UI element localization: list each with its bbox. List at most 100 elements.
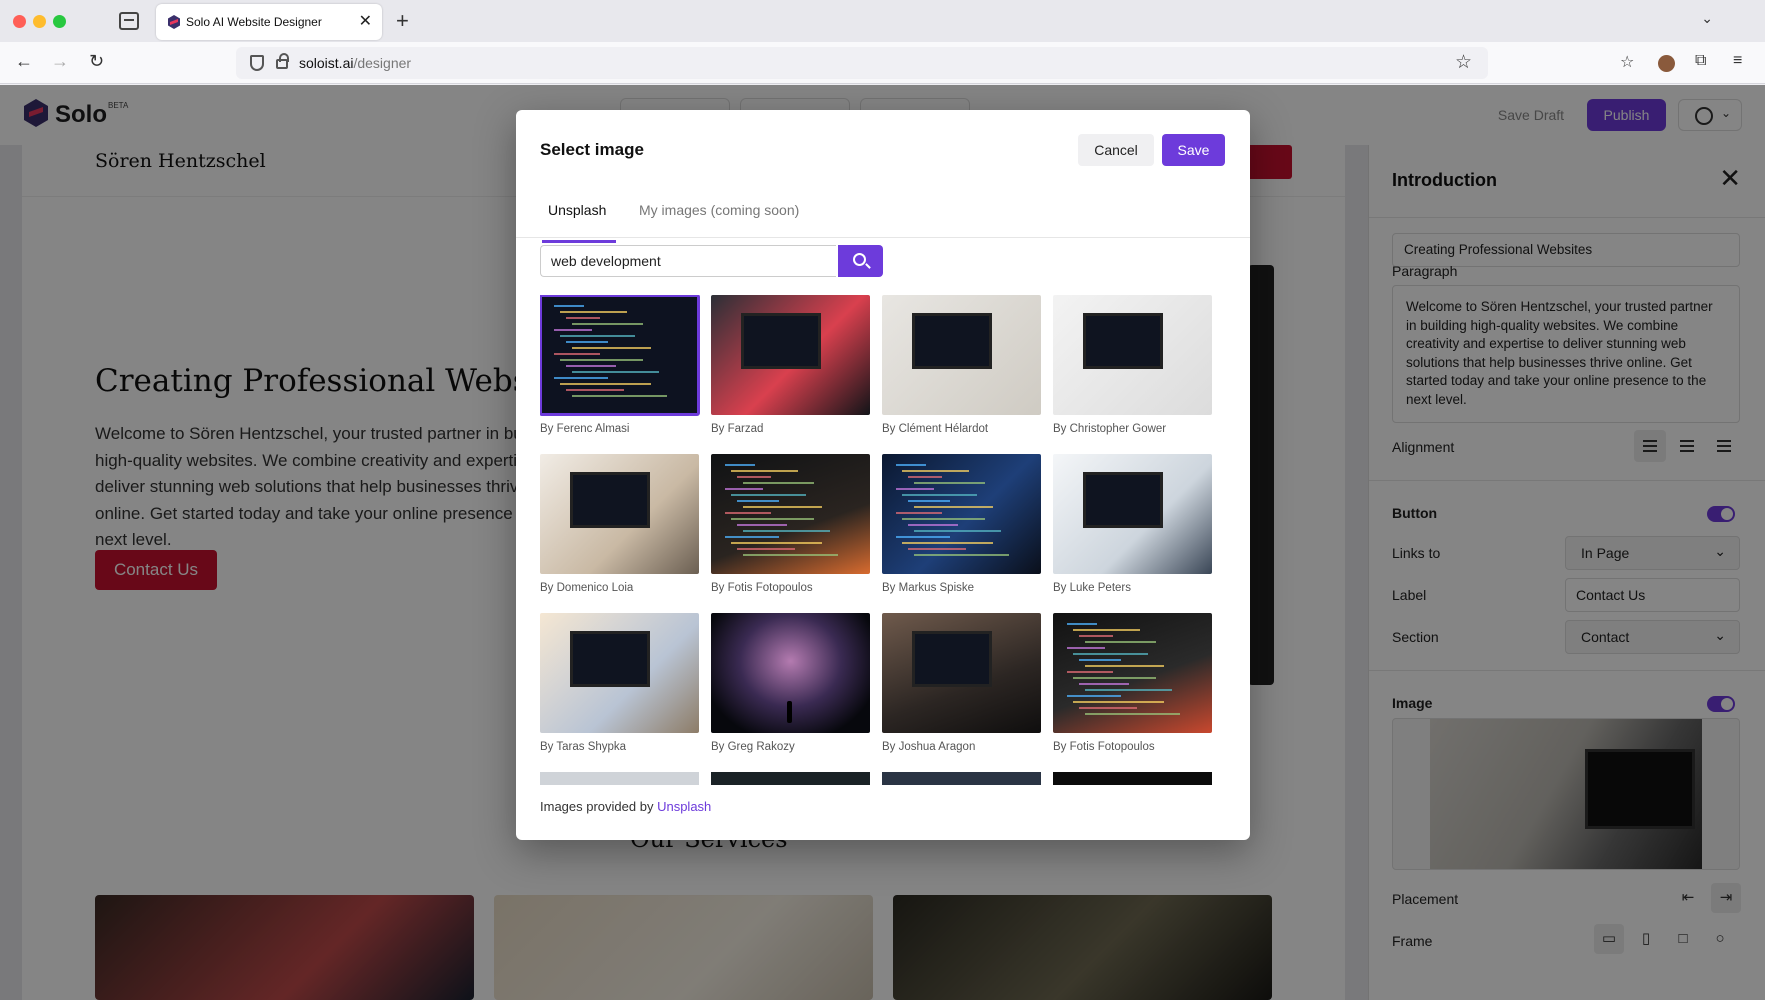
lock-icon[interactable] — [276, 53, 289, 69]
unsplash-link[interactable]: Unsplash — [657, 799, 711, 814]
image-card[interactable]: By Christopher Gower — [1053, 295, 1212, 435]
image-card[interactable]: By Taras Shypka — [540, 613, 699, 753]
window-minimize-button[interactable] — [33, 15, 46, 28]
image-author: By Joshua Aragon — [882, 741, 976, 753]
tab-my-images[interactable]: My images (coming soon) — [639, 202, 799, 238]
modal-footer: Images provided by Unsplash — [540, 799, 711, 814]
image-thumbnail[interactable] — [1053, 613, 1212, 733]
forward-arrow-icon[interactable]: → — [51, 51, 69, 72]
image-author: By Ferenc Almasi — [540, 423, 630, 435]
code-line-graphic — [1085, 665, 1164, 667]
search-icon — [853, 253, 866, 266]
modal-tabs: Unsplash My images (coming soon) — [516, 178, 1250, 238]
image-thumbnail[interactable] — [1053, 295, 1212, 415]
tab-unsplash[interactable]: Unsplash — [548, 202, 606, 238]
monitor-graphic — [570, 472, 650, 528]
search-input[interactable] — [540, 245, 836, 277]
tab-manager-icon[interactable] — [119, 12, 139, 30]
code-line-graphic — [1085, 641, 1156, 643]
code-line-graphic — [725, 512, 771, 514]
image-card[interactable]: By Luke Peters — [1053, 454, 1212, 594]
window-zoom-button[interactable] — [53, 15, 66, 28]
image-author: By Farzad — [711, 423, 764, 435]
silhouette-graphic — [787, 701, 792, 723]
code-line-graphic — [902, 470, 969, 472]
code-line-graphic — [572, 395, 667, 397]
code-line-graphic — [560, 311, 627, 313]
image-card[interactable]: By Fotis Fotopoulos — [1053, 613, 1212, 753]
image-thumbnail[interactable] — [540, 295, 700, 416]
code-line-graphic — [743, 554, 838, 556]
cancel-button[interactable]: Cancel — [1078, 134, 1154, 166]
image-card[interactable]: By Clément Hélardot — [882, 295, 1041, 435]
image-thumbnail[interactable] — [882, 613, 1041, 733]
tab-list-chevron-icon[interactable]: ⌄ — [1701, 10, 1713, 27]
image-card[interactable]: By Markus Spiske — [882, 454, 1041, 594]
image-thumbnail[interactable] — [540, 613, 699, 733]
code-line-graphic — [731, 470, 798, 472]
tab-close-icon[interactable]: ✕ — [359, 11, 372, 31]
code-line-graphic — [914, 554, 1009, 556]
image-author: By Markus Spiske — [882, 582, 975, 594]
code-line-graphic — [896, 536, 950, 538]
new-tab-icon[interactable]: + — [396, 8, 409, 34]
image-author: By Fotis Fotopoulos — [1053, 741, 1155, 753]
image-thumbnail[interactable] — [1053, 454, 1212, 574]
select-image-modal: Select image Cancel Save Unsplash My ima… — [516, 110, 1250, 840]
code-line-graphic — [914, 482, 985, 484]
tracking-shield-icon[interactable] — [250, 55, 264, 71]
image-thumbnail[interactable] — [711, 772, 870, 785]
bookmark-star-icon[interactable]: ☆ — [1455, 51, 1472, 74]
url-text: soloist.ai/designer — [299, 55, 412, 71]
code-line-graphic — [554, 353, 600, 355]
code-line-graphic — [743, 482, 814, 484]
image-thumbnail[interactable] — [711, 454, 870, 574]
code-line-graphic — [1073, 629, 1140, 631]
code-line-graphic — [896, 488, 934, 490]
menu-hamburger-icon[interactable]: ≡ — [1733, 52, 1742, 70]
image-author: By Greg Rakozy — [711, 741, 795, 753]
image-card[interactable]: By Joshua Aragon — [882, 613, 1041, 753]
image-thumbnail[interactable] — [711, 295, 870, 415]
image-author: By Luke Peters — [1053, 582, 1131, 594]
pocket-icon[interactable]: ☆ — [1620, 52, 1634, 72]
image-thumbnail[interactable] — [540, 454, 699, 574]
image-thumbnail[interactable] — [711, 613, 870, 733]
code-line-graphic — [896, 512, 942, 514]
search-button[interactable] — [838, 245, 883, 277]
active-tab-indicator — [542, 240, 616, 243]
solo-favicon-icon — [168, 15, 180, 29]
url-bar[interactable]: soloist.ai/designer ☆ — [236, 47, 1488, 79]
extensions-icon[interactable]: ⧉ — [1695, 52, 1706, 70]
image-card[interactable]: By Greg Rakozy — [711, 613, 870, 753]
image-thumbnail[interactable] — [540, 772, 699, 785]
image-grid: By Ferenc Almasi By Farzad By Clément Héla… — [540, 295, 1226, 785]
code-line-graphic — [908, 548, 966, 550]
reload-icon[interactable]: ↻ — [89, 51, 104, 72]
image-thumbnail[interactable] — [882, 295, 1041, 415]
browser-tab-bar: Solo AI Website Designer ✕ + ⌄ — [0, 0, 1765, 42]
browser-tab[interactable]: Solo AI Website Designer ✕ — [156, 4, 382, 40]
save-button[interactable]: Save — [1162, 134, 1225, 166]
code-line-graphic — [1073, 701, 1164, 703]
image-card[interactable]: By Domenico Loia — [540, 454, 699, 594]
profile-avatar[interactable] — [1658, 55, 1675, 72]
monitor-graphic — [1083, 313, 1163, 369]
code-line-graphic — [1079, 635, 1113, 637]
code-line-graphic — [1067, 695, 1121, 697]
image-thumbnail[interactable] — [882, 454, 1041, 574]
image-card[interactable]: By Fotis Fotopoulos — [711, 454, 870, 594]
back-arrow-icon[interactable]: ← — [15, 51, 33, 72]
image-thumbnail[interactable] — [1053, 772, 1212, 785]
image-card[interactable]: By Ferenc Almasi — [540, 295, 700, 435]
image-card[interactable]: By Farzad — [711, 295, 870, 435]
code-line-graphic — [731, 494, 806, 496]
code-line-graphic — [572, 371, 659, 373]
browser-nav-bar: ← → ↻ soloist.ai/designer ☆ ☆ ⧉ ≡ — [0, 42, 1765, 84]
image-thumbnail[interactable] — [882, 772, 1041, 785]
window-close-button[interactable] — [13, 15, 26, 28]
code-line-graphic — [743, 506, 822, 508]
code-line-graphic — [737, 476, 771, 478]
code-line-graphic — [725, 536, 779, 538]
code-line-graphic — [572, 323, 643, 325]
